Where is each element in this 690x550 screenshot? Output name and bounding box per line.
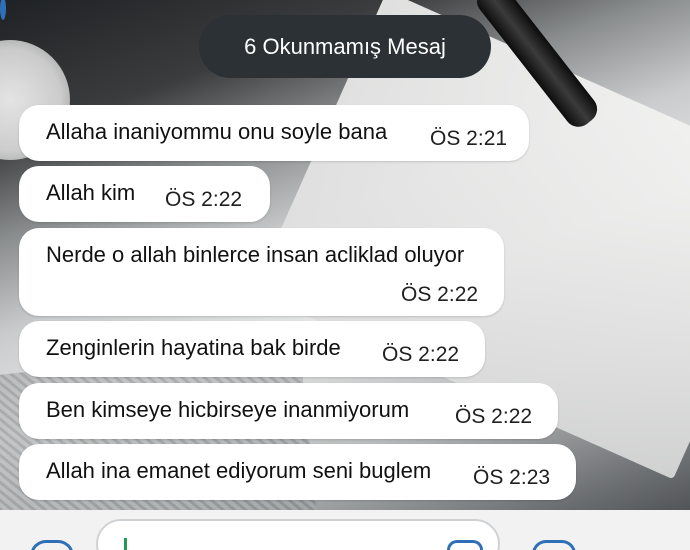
chat-screen: 6 Okunmamış Mesaj Allaha inaniyommu onu …: [0, 0, 690, 550]
unread-messages-banner: 6 Okunmamış Mesaj: [199, 15, 491, 78]
message-bubble[interactable]: Ben kimseye hicbirseye inanmiyorum ÖS 2:…: [19, 383, 558, 439]
camera-icon[interactable]: [532, 540, 576, 550]
message-time: ÖS 2:23: [473, 466, 551, 489]
message-time: ÖS 2:22: [401, 283, 479, 306]
message-bubble[interactable]: Allaha inaniyommu onu soyle bana ÖS 2:21: [19, 105, 529, 161]
message-text: Allaha inaniyommu onu soyle bana: [46, 119, 388, 144]
message-time: ÖS 2:21: [430, 127, 508, 150]
message-text: Nerde o allah binlerce insan acliklad ol…: [46, 242, 465, 267]
message-text: Ben kimseye hicbirseye inanmiyorum: [46, 397, 410, 422]
message-text: Allah ina emanet ediyorum seni buglem: [46, 458, 432, 483]
message-bubble[interactable]: Nerde o allah binlerce insan acliklad ol…: [19, 228, 504, 316]
message-time: ÖS 2:22: [455, 405, 533, 428]
message-bubble[interactable]: Allah kim ÖS 2:22: [19, 166, 270, 222]
message-time: ÖS 2:22: [165, 188, 243, 211]
sticker-icon[interactable]: [447, 540, 483, 550]
message-input[interactable]: [96, 519, 500, 550]
message-text: Allah kim: [46, 180, 136, 205]
unread-messages-label: 6 Okunmamış Mesaj: [244, 33, 446, 59]
message-text: Zenginlerin hayatina bak birde: [46, 335, 341, 360]
message-bubble[interactable]: Zenginlerin hayatina bak birde ÖS 2:22: [19, 321, 485, 377]
text-cursor: [124, 538, 127, 550]
message-bubble[interactable]: Allah ina emanet ediyorum seni buglem ÖS…: [19, 444, 576, 500]
message-time: ÖS 2:22: [382, 343, 460, 366]
